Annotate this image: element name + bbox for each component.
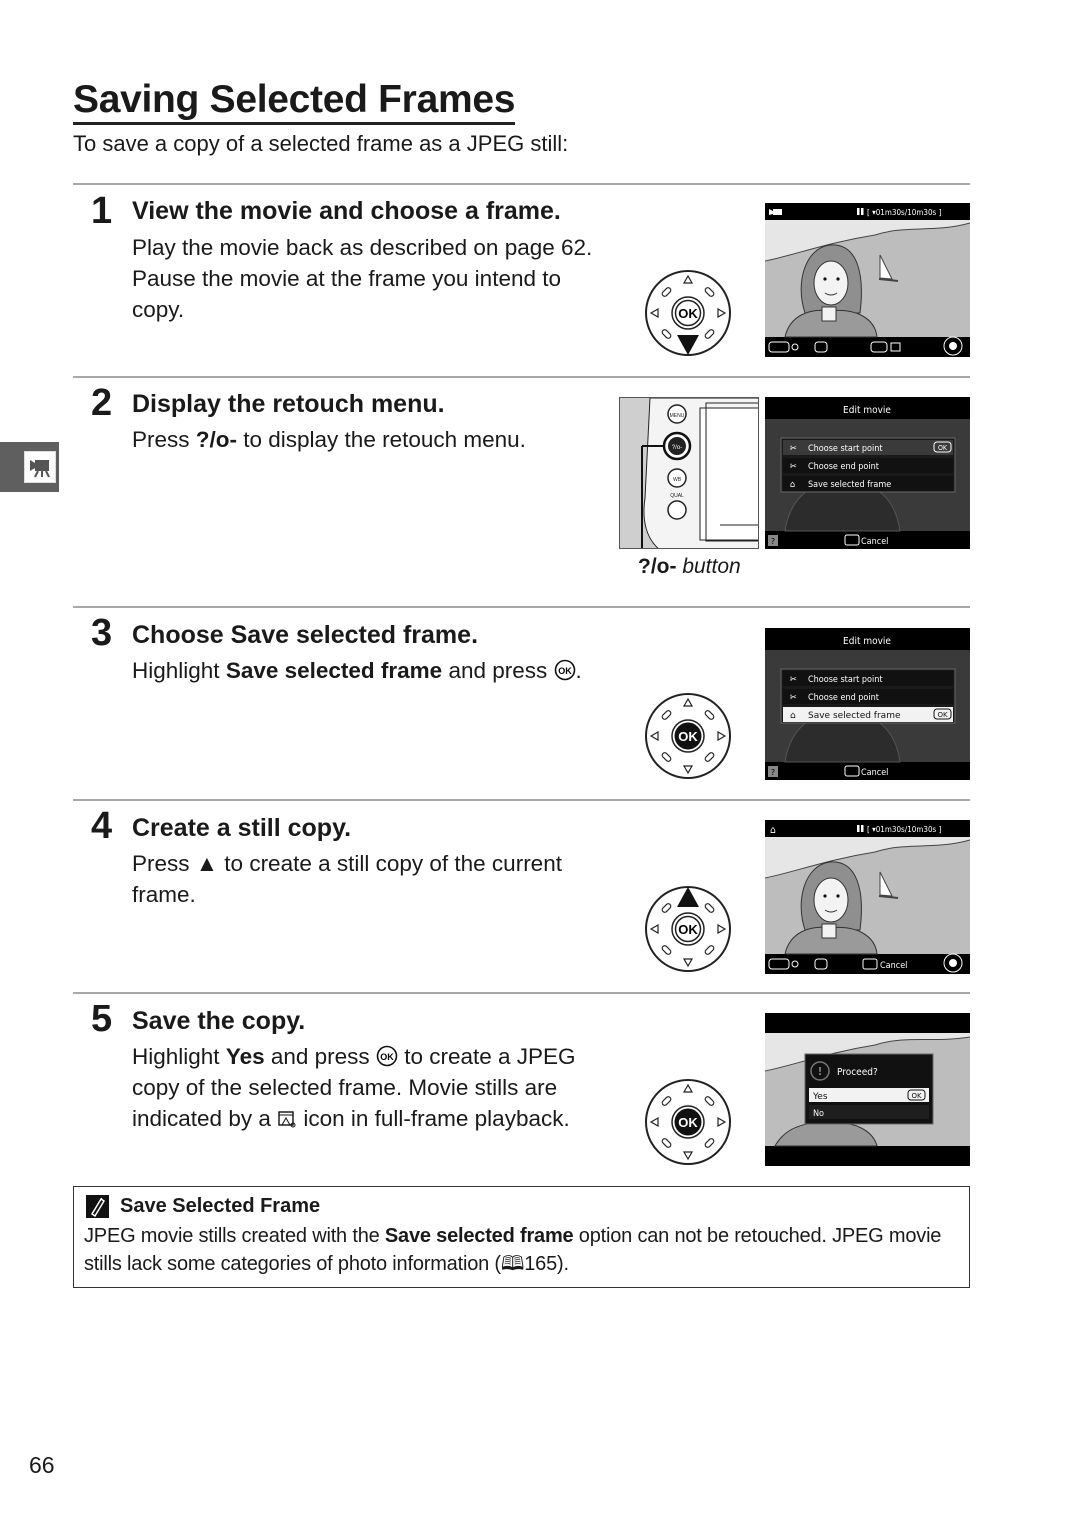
step-heading: View the movie and choose a frame. — [132, 197, 561, 225]
pencil-note-icon — [86, 1195, 109, 1218]
button-caption: ?/o- button — [638, 555, 741, 578]
svg-text:OK: OK — [558, 666, 572, 676]
qual-label: QUAL — [670, 493, 684, 499]
multi-selector-ok: OK — [645, 693, 731, 779]
svg-text:⌂: ⌂ — [790, 480, 795, 490]
divider — [73, 799, 970, 801]
ok-label: OK — [678, 1115, 698, 1130]
svg-text:✂: ✂ — [790, 675, 797, 685]
cancel-label: Cancel — [880, 961, 907, 971]
divider — [73, 183, 970, 185]
help-protect-key-glyph: ?/o- — [195, 427, 237, 452]
svg-text:?: ? — [771, 768, 775, 777]
step-body: Press ?/o- to display the retouch menu. — [132, 427, 526, 452]
playback-status: [ ▾01m30s/10m30s ] — [867, 825, 942, 834]
camera-lcd-playback: ⌂ [ ▾01m30s/10m30s ] Cancel — [765, 820, 970, 974]
svg-text:OK: OK — [380, 1052, 394, 1062]
book-reference-icon: 🕮 — [500, 1253, 525, 1275]
wb-button-label: WB — [673, 477, 682, 483]
page-title: Saving Selected Frames — [73, 78, 515, 125]
step-body: Press ▲ to create a still copy of the cu… — [132, 851, 562, 907]
svg-text:Yes: Yes — [812, 1092, 828, 1102]
menu-item[interactable]: ⌂ Save selected frame — [783, 476, 953, 491]
section-tab — [0, 442, 59, 492]
divider — [73, 606, 970, 608]
dialog-question: Proceed? — [837, 1067, 878, 1078]
svg-text:Choose end point: Choose end point — [808, 693, 879, 703]
ok-label: OK — [678, 306, 698, 321]
svg-text:?: ? — [771, 537, 775, 546]
svg-text:OK: OK — [937, 711, 948, 719]
movie-still-icon — [278, 1111, 296, 1128]
svg-text:Choose start point: Choose start point — [808, 675, 883, 685]
camera-back-illustration: MENU ?/o- WB QUAL — [619, 397, 759, 549]
step-number: 2 — [91, 382, 113, 424]
page-number: 66 — [29, 1452, 55, 1478]
svg-text:Save selected frame: Save selected frame — [808, 711, 901, 721]
step-heading: Save the copy. — [132, 1007, 306, 1035]
svg-text:Choose end point: Choose end point — [808, 462, 879, 472]
intro-text: To save a copy of a selected frame as a … — [73, 131, 569, 156]
step-number: 5 — [91, 998, 113, 1040]
step-number: 1 — [91, 190, 113, 232]
camera-lcd-edit-menu: Edit movie ✂ Choose start point ✂ Choose… — [765, 628, 970, 780]
step-heading: Create a still copy. — [132, 814, 352, 842]
step-body: Highlight Yes and press OK to create a J… — [132, 1044, 576, 1131]
playback-status: [ ▾01m30s/10m30s ] — [867, 208, 942, 217]
menu-item[interactable]: ✂ Choose start point OK — [783, 440, 953, 455]
menu-item[interactable]: ✂ Choose end point — [783, 689, 953, 704]
step-body: Play the movie back as described on page… — [132, 235, 593, 322]
ok-label: OK — [678, 922, 698, 937]
camera-lcd-playback: [ ▾01m30s/10m30s ] — [765, 203, 970, 357]
svg-text:No: No — [813, 1109, 824, 1119]
menu-title: Edit movie — [843, 405, 891, 416]
pause-icon — [857, 208, 860, 215]
menu-item[interactable]: ✂ Choose end point — [783, 458, 953, 473]
multi-selector-down: OK — [645, 270, 731, 356]
svg-text:Choose start point: Choose start point — [808, 444, 883, 454]
svg-text:✂: ✂ — [790, 444, 797, 454]
svg-text:✂: ✂ — [790, 462, 797, 472]
note-box: Save Selected Frame JPEG movie stills cr… — [73, 1186, 970, 1288]
note-body: JPEG movie stills created with the Save … — [84, 1225, 942, 1275]
camera-lcd-edit-menu: Edit movie ✂ Choose start point OK ✂ Cho… — [765, 397, 970, 549]
cancel-label: Cancel — [861, 768, 888, 778]
note-title: Save Selected Frame — [120, 1195, 321, 1217]
svg-text:OK: OK — [938, 444, 948, 452]
step-heading: Choose Save selected frame. — [132, 621, 479, 649]
movie-camera-icon — [24, 451, 56, 483]
divider — [73, 376, 970, 378]
svg-text:Save selected frame: Save selected frame — [808, 480, 891, 490]
svg-text:⌂: ⌂ — [790, 711, 796, 721]
divider — [73, 992, 970, 994]
ok-button-icon: OK — [554, 659, 575, 681]
page-reference-link[interactable]: 165 — [524, 1253, 557, 1275]
menu-item[interactable]: ✂ Choose start point — [783, 671, 953, 686]
dialog-option[interactable]: No — [809, 1105, 929, 1119]
svg-text:✂: ✂ — [790, 693, 797, 703]
cancel-label: Cancel — [861, 537, 888, 547]
multi-selector-ok: OK — [645, 1079, 731, 1165]
menu-item-selected[interactable]: ⌂ Save selected frame OK — [783, 707, 953, 722]
step-body: Highlight Save selected frame and press … — [132, 658, 582, 683]
step-heading: Display the retouch menu. — [132, 390, 445, 418]
ok-label: OK — [678, 729, 698, 744]
menu-button-label: MENU — [670, 413, 685, 419]
pause-icon — [857, 825, 860, 832]
multi-selector-up: OK — [645, 886, 731, 972]
svg-text:OK: OK — [911, 1092, 922, 1100]
step-number: 4 — [91, 805, 113, 847]
dialog-option-selected[interactable]: Yes OK — [809, 1088, 929, 1102]
menu-title: Edit movie — [843, 636, 891, 647]
ok-button-icon: OK — [376, 1045, 398, 1067]
step-number: 3 — [91, 612, 113, 654]
up-arrow-icon: ▲ — [195, 851, 219, 876]
svg-text:!: ! — [817, 1065, 822, 1078]
camera-lcd-confirm-dialog: ! Proceed? Yes OK No — [765, 1013, 970, 1166]
help-button-label: ?/o- — [672, 445, 682, 451]
save-frame-icon: ⌂ — [770, 825, 776, 836]
